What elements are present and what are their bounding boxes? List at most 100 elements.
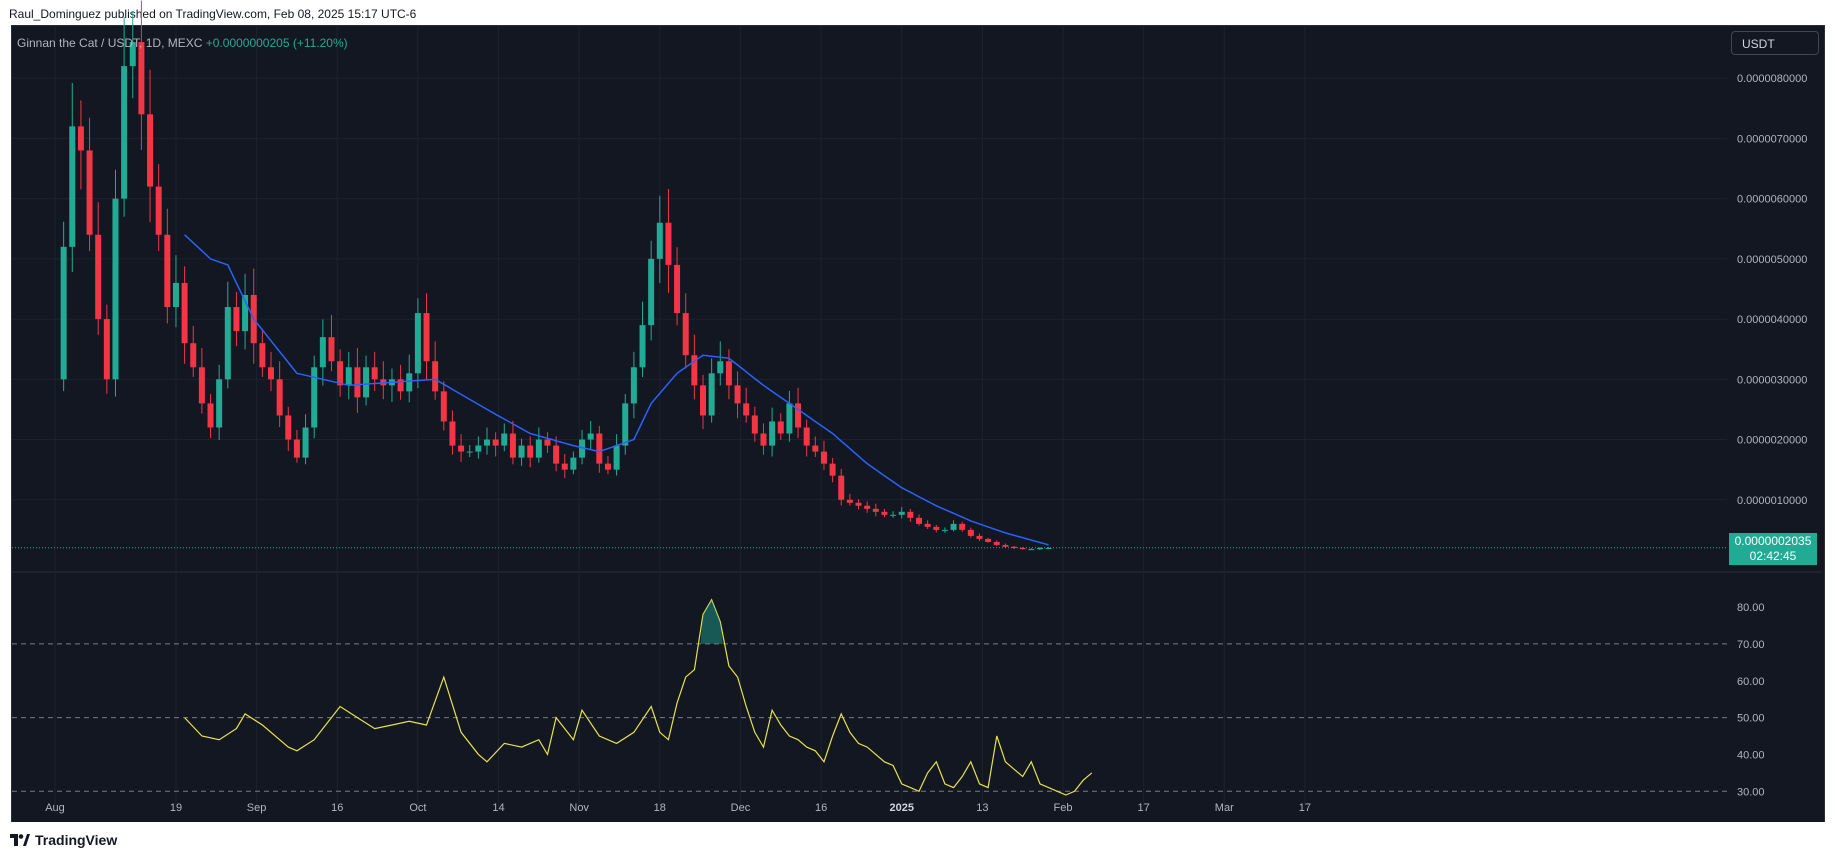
price-change: +0.0000000205 (+11.20%): [205, 36, 348, 50]
tradingview-logo-icon: [10, 834, 30, 846]
symbol-legend[interactable]: Ginnan the Cat / USDT, 1D, MEXC +0.00000…: [17, 36, 348, 50]
candle-body: [1028, 549, 1035, 551]
candle-body: [725, 361, 732, 386]
footer-bar: TradingView: [0, 822, 1835, 857]
candle-body: [751, 415, 758, 434]
candle-body: [933, 526, 940, 530]
candle-body: [700, 385, 706, 416]
candle-body: [674, 264, 681, 314]
candle-body: [112, 198, 119, 380]
price-axis-label: 0.0000070000: [1737, 133, 1807, 145]
candle-body: [760, 433, 767, 446]
candle-body: [103, 319, 110, 380]
price-axis-label: 0.0000050000: [1737, 254, 1807, 266]
symbol-title: Ginnan the Cat / USDT, 1D, MEXC: [17, 36, 203, 50]
candle-body: [596, 433, 603, 464]
candle-body: [302, 427, 309, 458]
rsi-overbought-fill: [700, 599, 723, 644]
candle-body: [717, 361, 724, 374]
candle-body: [639, 325, 646, 368]
candle-body: [682, 313, 689, 356]
time-axis-label: 17: [1299, 802, 1311, 814]
time-axis-label: Dec: [731, 802, 751, 814]
candle-body: [916, 517, 922, 524]
candle-body: [293, 439, 300, 458]
candle-body: [795, 403, 802, 428]
brand-name: TradingView: [35, 832, 118, 848]
candle-body: [216, 379, 223, 428]
candle-body: [656, 222, 663, 259]
candle-body: [492, 439, 499, 446]
candle-body: [881, 511, 888, 515]
candle-body: [604, 463, 611, 470]
candle-body: [898, 511, 905, 515]
candle-body: [613, 445, 620, 470]
candle-body: [1036, 547, 1043, 550]
candle-body: [181, 282, 188, 344]
candle-body: [941, 529, 948, 531]
candle-body: [276, 379, 283, 416]
candle-body: [527, 445, 534, 458]
candle-body: [207, 403, 214, 428]
time-axis-label: 18: [654, 802, 666, 814]
candle-body: [69, 126, 76, 247]
candle-body: [561, 463, 568, 470]
candle-body: [829, 463, 836, 476]
candles: [60, 0, 1052, 551]
candle-body: [907, 511, 914, 518]
candle-body: [587, 433, 594, 440]
last-price-tag: 0.0000002035 02:42:45: [1729, 533, 1817, 565]
rsi-axis-label: 60.00: [1737, 676, 1765, 688]
candle-body: [224, 307, 231, 380]
currency-button[interactable]: USDT: [1731, 31, 1819, 55]
candle-body: [1002, 544, 1009, 547]
rsi-axis-label: 30.00: [1737, 786, 1765, 798]
candle-body: [285, 415, 292, 440]
rsi-axis-label: 50.00: [1737, 713, 1765, 725]
time-axis-label: 14: [492, 802, 504, 814]
candle-body: [172, 282, 179, 308]
candle-body: [959, 523, 966, 530]
candle-body: [60, 246, 67, 380]
candle-body: [198, 367, 205, 404]
candle-body: [864, 505, 871, 509]
time-axis-label: Sep: [247, 802, 267, 814]
candle-body: [924, 523, 931, 527]
candle-body: [121, 66, 128, 199]
candle-body: [449, 421, 456, 446]
candle-body: [985, 538, 992, 542]
rsi-axis-label: 40.00: [1737, 749, 1765, 761]
candle-body: [535, 439, 542, 458]
rsi-axis-label: 70.00: [1737, 639, 1765, 651]
candle-body: [414, 313, 421, 374]
candle-body: [86, 150, 93, 235]
chart-canvas[interactable]: 0.0000080000 0.0000070000 0.0000060000 0.00…: [0, 0, 1835, 857]
candle-body: [432, 361, 439, 392]
candle-body: [777, 421, 784, 434]
candle-body: [769, 421, 776, 446]
candle-body: [846, 499, 853, 503]
price-axis-label: 0.0000060000: [1737, 194, 1807, 206]
last-price-value: 0.0000002035: [1734, 534, 1812, 548]
time-axis-label: 16: [815, 802, 827, 814]
time-axis-label: Oct: [409, 802, 426, 814]
candle-body: [803, 427, 810, 446]
tradingview-brand[interactable]: TradingView: [10, 832, 117, 848]
time-axis-label: 2025: [889, 802, 913, 814]
candle-body: [976, 535, 983, 539]
candle-body: [501, 433, 508, 446]
candle-body: [345, 367, 352, 386]
candle-body: [337, 361, 344, 386]
candle-body: [734, 385, 741, 404]
candle-body: [328, 337, 335, 362]
price-axis-label: 0.0000040000: [1737, 314, 1807, 326]
candle-body: [458, 445, 465, 452]
candle-body: [475, 445, 482, 452]
candle-body: [77, 126, 84, 151]
candle-body: [622, 403, 629, 446]
time-axis-label: Feb: [1054, 802, 1073, 814]
price-axis-label: 0.0000010000: [1737, 495, 1807, 507]
candle-body: [233, 307, 240, 332]
candle-body: [890, 514, 897, 516]
candle-body: [138, 42, 145, 115]
